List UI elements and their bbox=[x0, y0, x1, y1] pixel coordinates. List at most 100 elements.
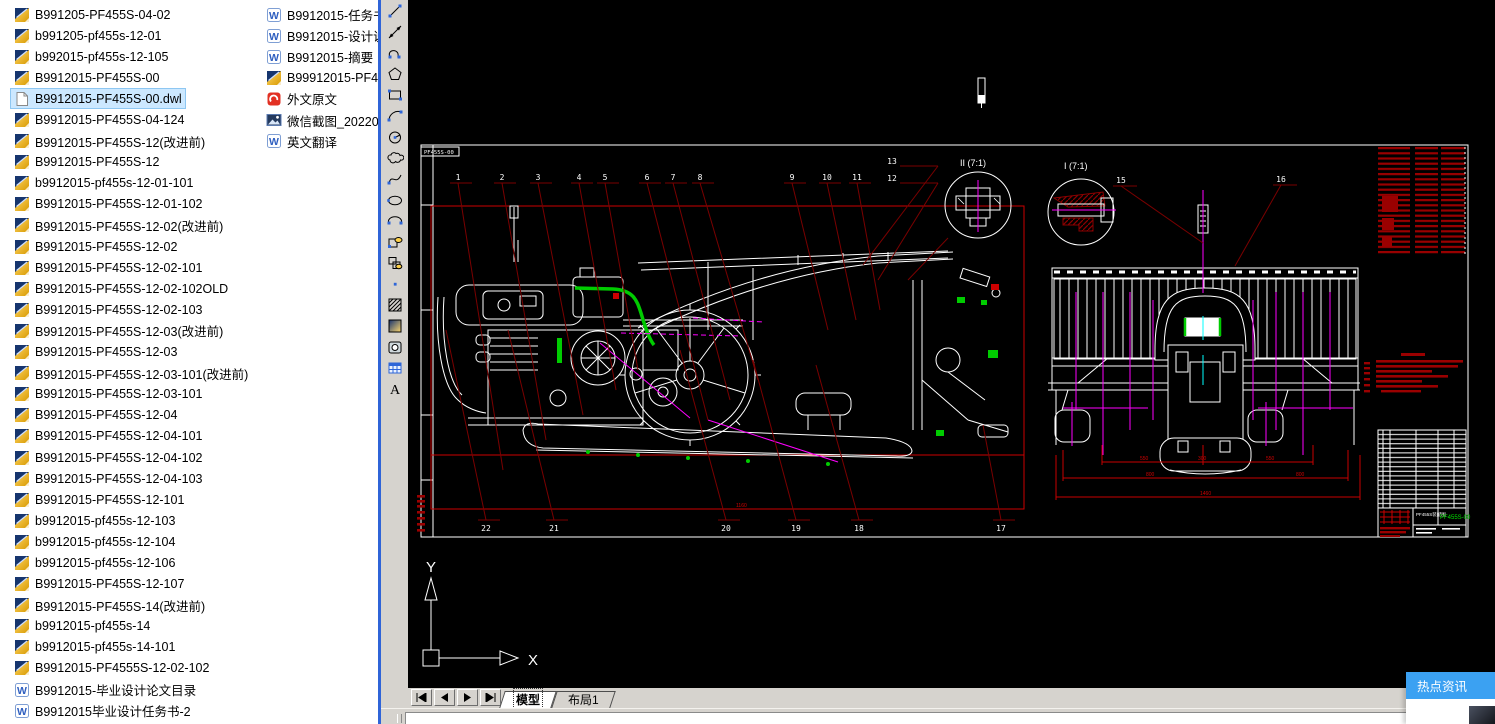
file-item[interactable]: B9912015-PF455S-12-04 bbox=[10, 405, 181, 426]
file-item[interactable]: 外文原文 bbox=[262, 88, 341, 109]
file-item[interactable]: B9912015-PF455S-12-02 bbox=[10, 236, 181, 257]
file-item[interactable]: B9912015-PF455S-12-02-102OLD bbox=[10, 278, 232, 299]
dwg-file-icon bbox=[14, 260, 30, 276]
news-thumbnail-image[interactable] bbox=[1469, 706, 1495, 724]
svg-text:17: 17 bbox=[996, 524, 1006, 533]
svg-text:18: 18 bbox=[854, 524, 864, 533]
svg-text:19: 19 bbox=[791, 524, 801, 533]
file-item[interactable]: B9912015-PF455S-00.dwl bbox=[10, 88, 186, 110]
file-item[interactable]: B991205-PF455S-04-02 bbox=[10, 4, 175, 25]
file-item[interactable]: B9912015-PF455S-12-01-102 bbox=[10, 194, 206, 215]
file-item[interactable]: B9912015-设计说明 bbox=[262, 25, 378, 46]
tool-circle-button[interactable] bbox=[384, 127, 406, 147]
file-list-column-1: B991205-PF455S-04-02 b991205-pf455s-12-01… bbox=[10, 4, 278, 721]
news-popup[interactable]: 热点资讯 bbox=[1406, 672, 1495, 724]
tool-point-button[interactable] bbox=[384, 274, 406, 294]
file-item[interactable]: b9912015-pf455s-14-101 bbox=[10, 637, 179, 658]
tool-table-button[interactable] bbox=[384, 358, 406, 378]
command-window-grip[interactable] bbox=[397, 714, 402, 723]
file-item[interactable]: B9912015-PF455S-12-04-102 bbox=[10, 447, 206, 468]
tool-construction-line-button[interactable] bbox=[384, 22, 406, 42]
tool-revision-cloud-button[interactable] bbox=[384, 148, 406, 168]
file-item[interactable]: B9912015-PF4555S-12-02-102 bbox=[10, 658, 213, 679]
file-name: B9912015-PF455S-12-03-101(改进前) bbox=[35, 367, 249, 382]
file-item[interactable]: B9912015-PF455S-12(改进前) bbox=[10, 131, 209, 152]
file-item[interactable]: B99912015-PF455S bbox=[262, 67, 378, 88]
tool-ellipse-arc-button[interactable] bbox=[384, 211, 406, 231]
file-item[interactable]: B9912015-PF455S-12-101 bbox=[10, 489, 188, 510]
file-item[interactable]: b9912015-pf455s-12-106 bbox=[10, 552, 179, 573]
tool-make-block-button[interactable] bbox=[384, 253, 406, 273]
dwg-file-icon bbox=[14, 618, 30, 634]
file-item[interactable]: B9912015-PF455S-12 bbox=[10, 152, 163, 173]
file-item[interactable]: b9912015-pf455s-12-103 bbox=[10, 510, 179, 531]
tab-last-button[interactable] bbox=[480, 689, 501, 706]
file-name: B9912015-PF455S-12-04-101 bbox=[35, 429, 203, 444]
tool-hatch-button[interactable] bbox=[384, 295, 406, 315]
tool-region-button[interactable] bbox=[384, 337, 406, 357]
tool-ellipse-button[interactable] bbox=[384, 190, 406, 210]
file-item[interactable]: b9912015-pf455s-12-01-101 bbox=[10, 173, 197, 194]
file-item[interactable]: B9912015毕业设计任务书-2 bbox=[10, 700, 195, 721]
tab-first-button[interactable] bbox=[411, 689, 432, 706]
file-name: B9912015-毕业设计论文目录 bbox=[35, 684, 197, 699]
file-item[interactable]: B9912015-PF455S-12-03-101 bbox=[10, 384, 206, 405]
file-item[interactable]: 微信截图_2022050 bbox=[262, 109, 378, 130]
tool-gradient-button[interactable] bbox=[384, 316, 406, 336]
dwg-file-icon bbox=[14, 639, 30, 655]
tool-multiline-text-button[interactable] bbox=[384, 379, 406, 399]
rear-view bbox=[1048, 204, 1360, 475]
cad-model-space[interactable]: PF455S-00 1160 II (7:1) I (7:1) 550 300 … bbox=[408, 0, 1495, 688]
command-input[interactable] bbox=[405, 712, 1495, 724]
file-item[interactable]: B9912015-摘要 bbox=[262, 46, 377, 67]
file-item[interactable]: B9912015-PF455S-12-02-101 bbox=[10, 257, 206, 278]
file-item[interactable]: B9912015-PF455S-12-02(改进前) bbox=[10, 215, 227, 236]
tab-model[interactable]: 模型 bbox=[499, 688, 557, 711]
news-popup-title[interactable]: 热点资讯 bbox=[1406, 672, 1495, 699]
tab-prev-button[interactable] bbox=[434, 689, 455, 706]
file-item[interactable]: B9912015-PF455S-00 bbox=[10, 67, 163, 88]
file-name: b991205-pf455s-12-01 bbox=[35, 28, 162, 43]
tool-rectangle-button[interactable] bbox=[384, 85, 406, 105]
file-name: B9912015-任务书 bbox=[287, 9, 378, 24]
file-item[interactable]: B9912015-PF455S-12-107 bbox=[10, 574, 188, 595]
file-item[interactable]: B9912015-PF455S-12-03 bbox=[10, 342, 181, 363]
file-item[interactable]: B9912015-PF455S-04-124 bbox=[10, 109, 188, 130]
file-item[interactable]: b992015-pf455s-12-105 bbox=[10, 46, 172, 67]
file-item[interactable]: b9912015-pf455s-12-104 bbox=[10, 531, 179, 552]
file-item[interactable]: B9912015-PF455S-12-03-101(改进前) bbox=[10, 363, 252, 384]
tool-spline-button[interactable] bbox=[384, 169, 406, 189]
file-item[interactable]: B9912015-毕业设计论文目录 bbox=[10, 679, 200, 700]
dwg-file-icon bbox=[14, 302, 30, 318]
file-item[interactable]: B9912015-PF455S-12-03(改进前) bbox=[10, 320, 227, 341]
file-name: B9912015-PF455S-12-04-102 bbox=[35, 450, 203, 465]
side-view bbox=[436, 205, 1009, 459]
ucs-x-label: X bbox=[528, 652, 538, 669]
tool-polygon-button[interactable] bbox=[384, 64, 406, 84]
file-name: 英文翻译 bbox=[287, 135, 338, 150]
file-item[interactable]: B9912015-PF455S-12-04-103 bbox=[10, 468, 206, 489]
file-item[interactable]: b991205-pf455s-12-01 bbox=[10, 25, 166, 46]
tool-arc-button[interactable] bbox=[384, 106, 406, 126]
file-item[interactable]: 英文翻译 bbox=[262, 131, 341, 152]
spline-icon bbox=[386, 170, 404, 188]
gradient-icon bbox=[386, 317, 404, 335]
layout-tab-bar: 模型 布局1 bbox=[381, 688, 1495, 711]
dwg-file-icon bbox=[14, 344, 30, 360]
file-item[interactable]: B9912015-PF455S-12-04-101 bbox=[10, 426, 206, 447]
tab-next-button[interactable] bbox=[457, 689, 478, 706]
file-item[interactable]: B9912015-任务书 bbox=[262, 4, 378, 25]
file-name: B9912015-PF455S-12-02-103 bbox=[35, 302, 203, 317]
file-item[interactable]: B9912015-PF455S-14(改进前) bbox=[10, 595, 209, 616]
tool-insert-block-button[interactable] bbox=[384, 232, 406, 252]
file-item[interactable]: B9912015-PF455S-12-02-103 bbox=[10, 299, 206, 320]
tool-polyline-button[interactable] bbox=[384, 43, 406, 63]
doc-file-icon bbox=[14, 682, 30, 698]
tool-line-button[interactable] bbox=[384, 1, 406, 21]
tab-layout1[interactable]: 布局1 bbox=[551, 691, 616, 708]
dwg-file-icon bbox=[14, 513, 30, 529]
file-item[interactable]: b9912015-pf455s-14 bbox=[10, 616, 154, 637]
svg-text:800: 800 bbox=[1296, 472, 1305, 478]
svg-text:13: 13 bbox=[887, 157, 897, 166]
file-name: B9912015-PF455S-12-04-103 bbox=[35, 471, 203, 486]
